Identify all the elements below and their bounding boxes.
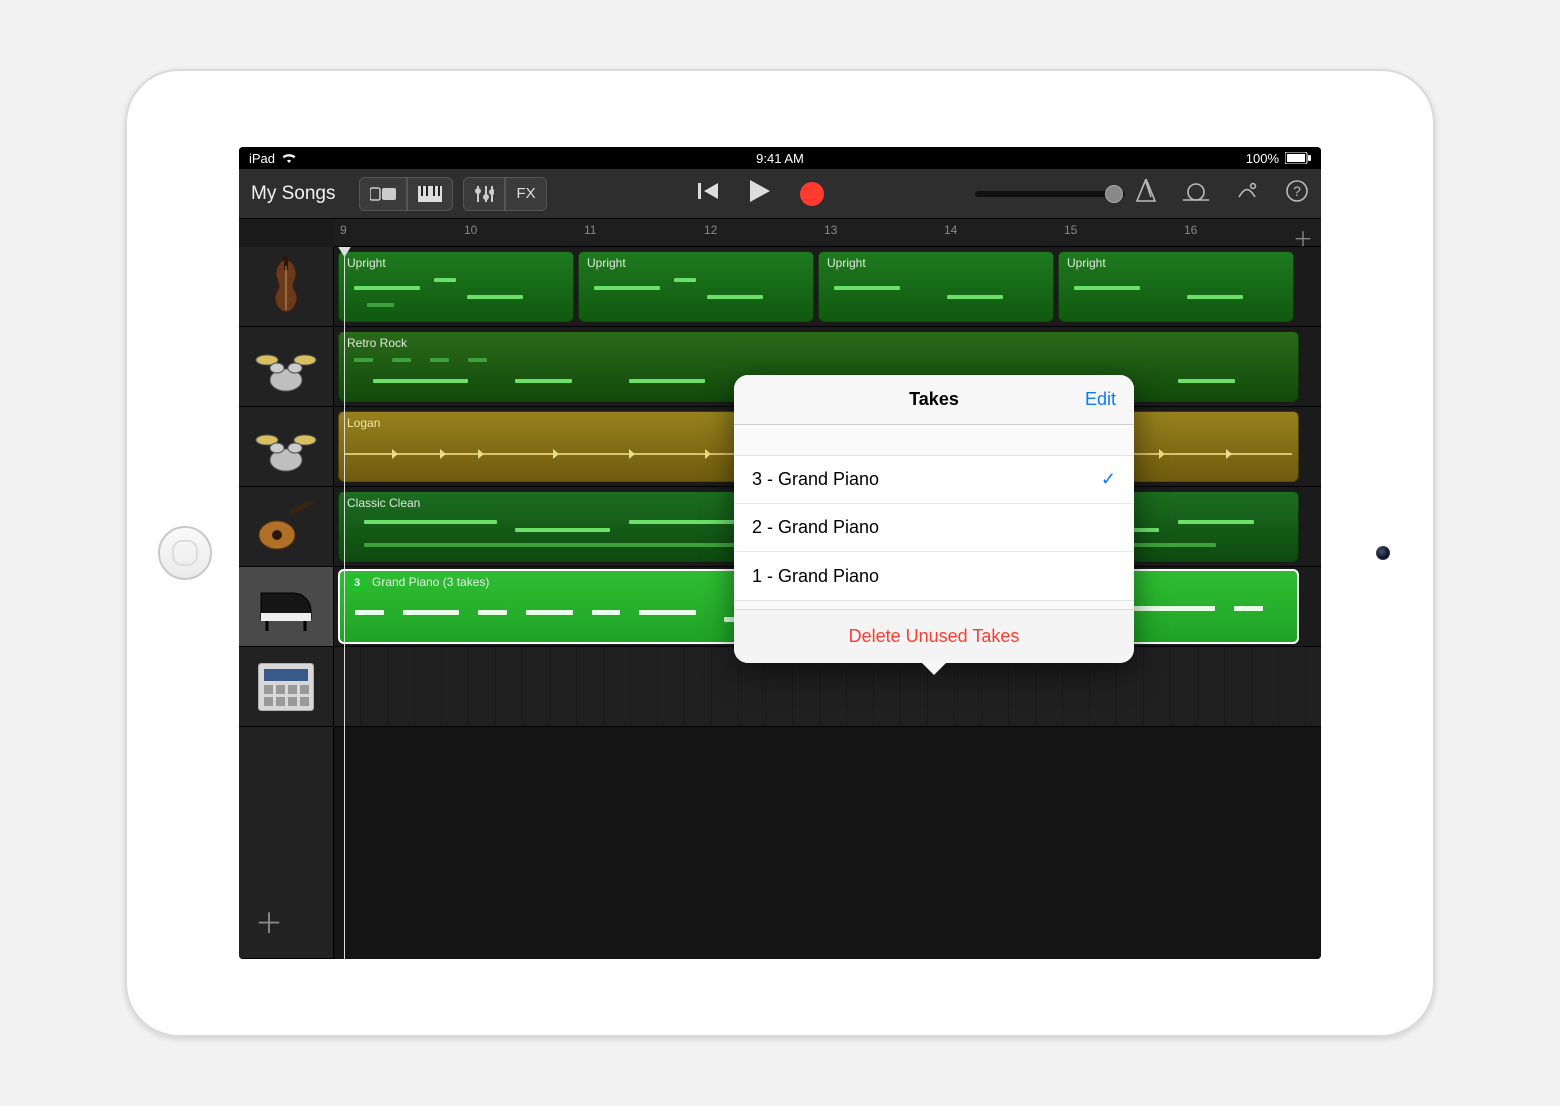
help-button[interactable]: ? (1285, 179, 1309, 208)
guitar-icon (255, 497, 317, 557)
take-label: 1 - Grand Piano (752, 566, 879, 587)
front-camera (1376, 546, 1390, 560)
region-upright[interactable]: Upright (1058, 251, 1294, 322)
cello-icon (255, 257, 317, 317)
take-label: 3 - Grand Piano (752, 469, 879, 490)
play-button[interactable] (750, 180, 770, 207)
ipad-frame: iPad 9:41 AM 100% My Songs (125, 69, 1435, 1037)
ruler-tick: 10 (464, 223, 477, 237)
rewind-button[interactable] (698, 181, 720, 206)
take-item[interactable]: 3 - Grand Piano ✓ (734, 456, 1134, 504)
ruler-tick: 9 (340, 223, 347, 237)
takes-popover: Takes Edit 3 - Grand Piano ✓ 2 - Grand P… (734, 375, 1134, 663)
popover-header: Takes Edit (734, 375, 1134, 425)
ruler-tick: 11 (584, 223, 596, 237)
wifi-icon (281, 152, 297, 164)
region-upright[interactable]: Upright (578, 251, 814, 322)
takes-list: 3 - Grand Piano ✓ 2 - Grand Piano 1 - Gr… (734, 455, 1134, 601)
checkmark-icon: ✓ (1101, 469, 1116, 490)
record-button[interactable] (800, 182, 824, 206)
battery-icon (1285, 152, 1311, 164)
take-item[interactable]: 1 - Grand Piano (734, 552, 1134, 600)
ruler-tick: 13 (824, 223, 837, 237)
fx-button[interactable]: FX (505, 177, 546, 211)
popover-title: Takes (909, 389, 959, 410)
track-lanes[interactable]: Upright Upright Upright Upright (334, 247, 1321, 959)
loop-button[interactable] (1183, 180, 1209, 207)
region-label: Upright (347, 256, 386, 270)
ruler-tick: 16 (1184, 223, 1197, 237)
transport-controls (698, 180, 824, 207)
ruler-tick: 15 (1064, 223, 1077, 237)
settings-button[interactable] (1235, 179, 1259, 208)
device-label: iPad (249, 151, 275, 166)
region-label: Retro Rock (347, 336, 407, 350)
delete-unused-takes-button[interactable]: Delete Unused Takes (734, 609, 1134, 663)
track-controls-button[interactable] (463, 177, 505, 211)
popover-edit-button[interactable]: Edit (1085, 389, 1116, 410)
master-volume-slider[interactable] (975, 191, 1125, 197)
battery-label: 100% (1246, 151, 1279, 166)
track-headers: ＋ (239, 247, 334, 959)
track-header-upright[interactable] (239, 247, 333, 327)
region-label: Upright (587, 256, 626, 270)
home-button[interactable] (158, 526, 212, 580)
track-header-logan[interactable] (239, 407, 333, 487)
sampler-icon (255, 657, 317, 717)
toolbar: My Songs FX (239, 169, 1321, 219)
grand-piano-icon (255, 577, 317, 637)
tracks-area: ＋ Upright Upright Upright (239, 247, 1321, 959)
track-header-sampler[interactable] (239, 647, 333, 727)
clock: 9:41 AM (756, 151, 804, 166)
track-header-grand-piano[interactable] (239, 567, 333, 647)
svg-text:?: ? (1293, 183, 1301, 199)
lane-upright[interactable]: Upright Upright Upright Upright (334, 247, 1321, 327)
region-upright[interactable]: Upright (818, 251, 1054, 322)
metronome-button[interactable] (1135, 179, 1157, 208)
region-label: Upright (1067, 256, 1106, 270)
take-item[interactable]: 2 - Grand Piano (734, 504, 1134, 552)
add-track-area: ＋ (239, 727, 333, 959)
timeline-ruler[interactable]: 9 10 11 12 13 14 15 16 ＋ (334, 219, 1321, 247)
region-upright[interactable]: Upright (338, 251, 574, 322)
takes-badge: 3 (348, 575, 366, 591)
browser-toggle-button[interactable] (359, 177, 407, 211)
region-label: Upright (827, 256, 866, 270)
take-label: 2 - Grand Piano (752, 517, 879, 538)
status-bar: iPad 9:41 AM 100% (239, 147, 1321, 169)
lane-spacer (334, 727, 1321, 959)
track-header-retro-rock[interactable] (239, 327, 333, 407)
add-track-button[interactable]: ＋ (255, 902, 283, 942)
drumkit-icon (255, 417, 317, 477)
ruler-tick: 14 (944, 223, 957, 237)
back-my-songs[interactable]: My Songs (251, 183, 335, 205)
playhead[interactable] (344, 247, 345, 959)
ruler-tick: 12 (704, 223, 717, 237)
region-label: Classic Clean (347, 496, 420, 510)
drumkit-icon (255, 337, 317, 397)
region-label: 3Grand Piano (3 takes) (348, 575, 489, 589)
region-label: Logan (347, 416, 380, 430)
track-header-classic-clean[interactable] (239, 487, 333, 567)
instrument-view-button[interactable] (407, 177, 453, 211)
screen: iPad 9:41 AM 100% My Songs (239, 147, 1321, 959)
